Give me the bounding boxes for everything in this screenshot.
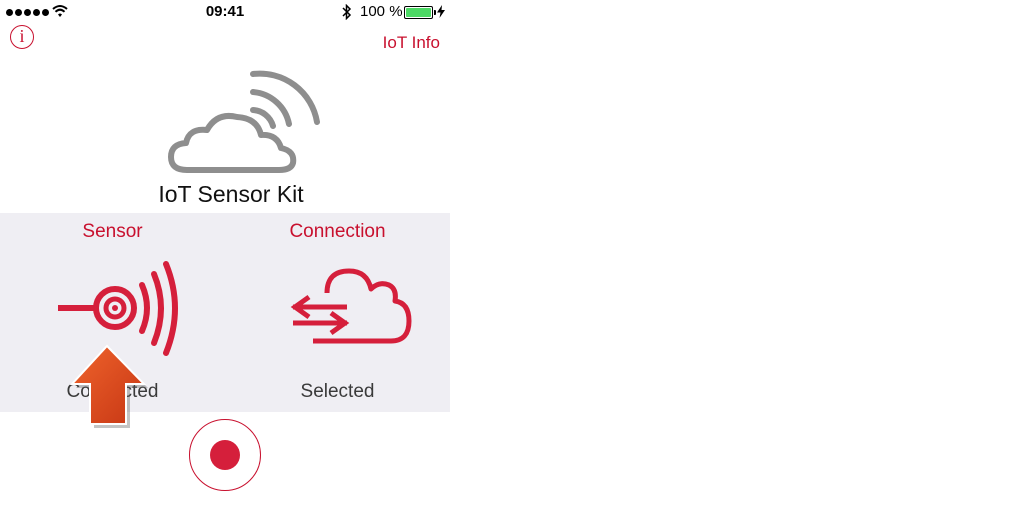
battery-percent: 100 %	[360, 3, 403, 20]
app-title: IoT Sensor Kit	[158, 181, 304, 207]
cloud-signal-icon	[168, 70, 320, 173]
status-bar: 09:41 100 %	[0, 0, 450, 24]
record-button[interactable]	[189, 419, 261, 491]
sensor-heading: Sensor	[82, 221, 143, 242]
record-dot-icon	[210, 440, 240, 470]
up-arrow-icon	[70, 344, 148, 428]
iot-info-link[interactable]: IoT Info	[383, 33, 440, 53]
connection-tile[interactable]: Connection Selected	[225, 213, 450, 412]
battery-icon	[404, 6, 436, 19]
info-icon[interactable]: i	[10, 25, 34, 49]
charging-icon	[437, 5, 445, 18]
cloud-transfer-icon	[290, 268, 412, 344]
bluetooth-icon	[342, 4, 352, 20]
connection-state: Selected	[300, 381, 375, 402]
connection-heading: Connection	[289, 221, 386, 242]
app-screen: 09:41 100 % i IoT Info IoT Sensor Kit Se…	[0, 0, 450, 505]
status-panel: Sensor Connected Connection Selecte	[0, 213, 450, 412]
